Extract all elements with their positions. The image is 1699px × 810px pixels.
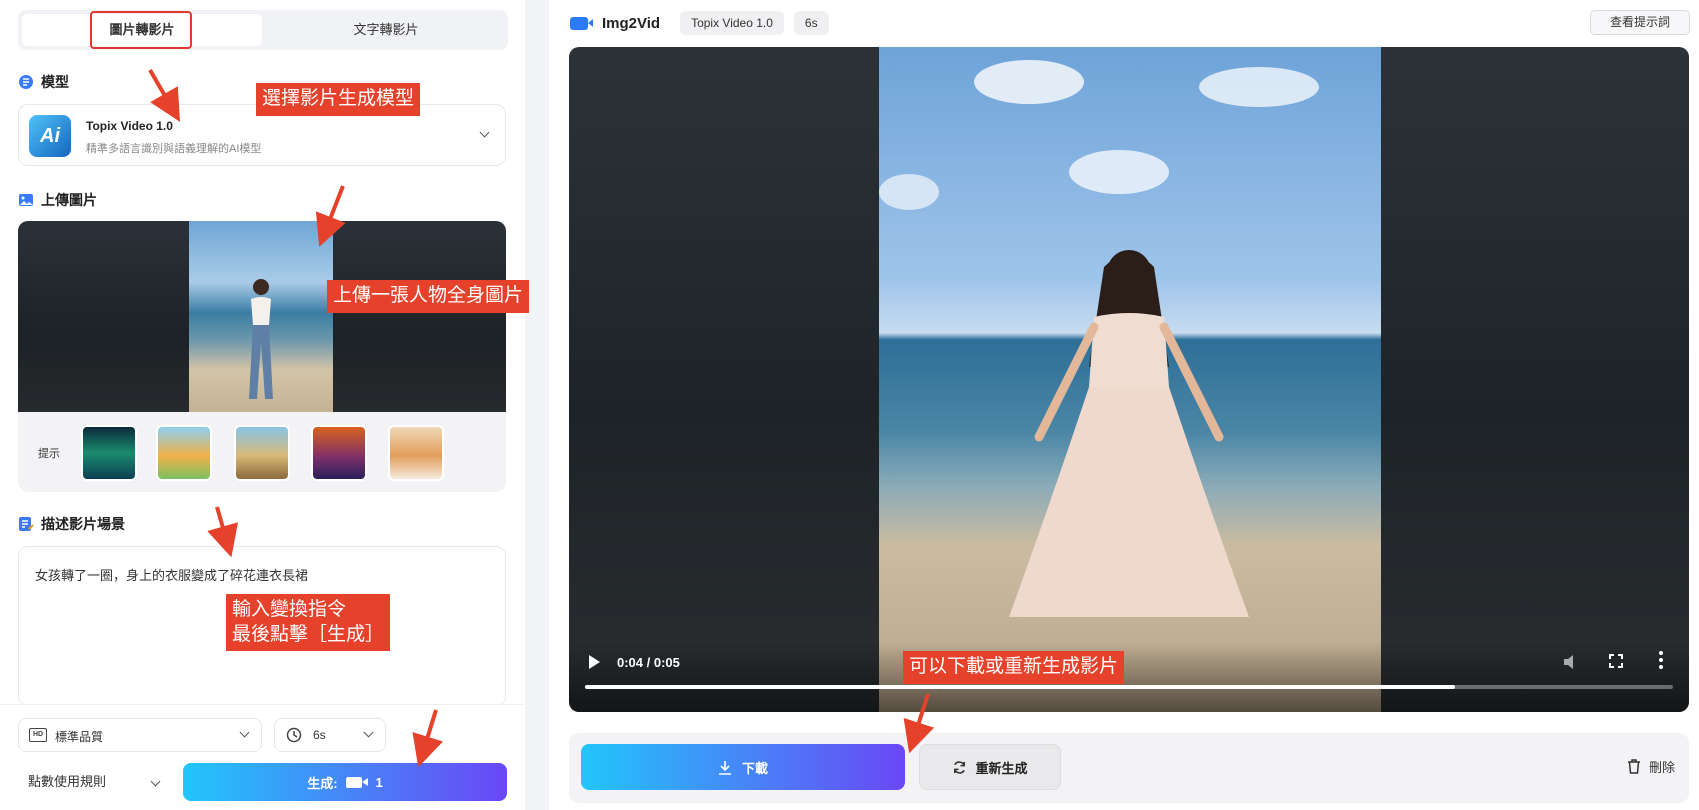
arrow-to-generate <box>412 709 444 768</box>
arrow-to-download <box>903 693 935 754</box>
arrow-to-upload <box>315 185 346 247</box>
arrow-to-model <box>148 68 181 122</box>
annotation-arrows <box>148 68 935 768</box>
arrow-to-description <box>207 506 238 558</box>
